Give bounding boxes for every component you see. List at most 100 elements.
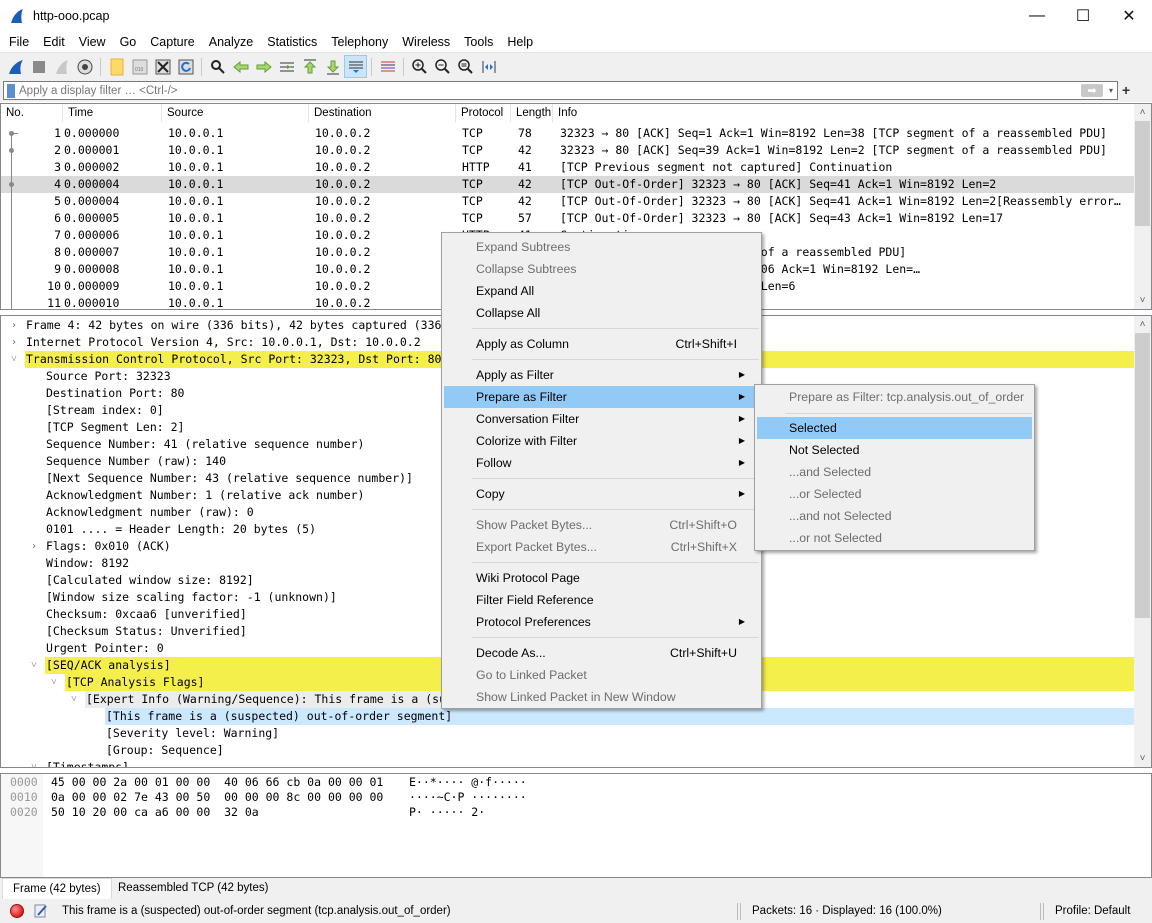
- menu-view[interactable]: View: [72, 35, 113, 49]
- menu-wireless[interactable]: Wireless: [395, 35, 457, 49]
- collapse-arrow-icon[interactable]: ˅: [28, 759, 40, 767]
- menu-analyze[interactable]: Analyze: [202, 35, 260, 49]
- submenu-item-and-not-selected[interactable]: ...and not Selected: [757, 505, 1032, 527]
- filter-history-dropdown-icon[interactable]: ▾: [1109, 86, 1113, 95]
- menu-item-expand-all[interactable]: Expand All: [444, 280, 759, 302]
- submenu-item-or-selected[interactable]: ...or Selected: [757, 483, 1032, 505]
- go-back-icon[interactable]: [229, 55, 252, 78]
- hex-bytes[interactable]: 50 10 20 00 ca a6 00 00 32 0a: [51, 805, 259, 820]
- column-header-protocol[interactable]: Protocol: [456, 104, 511, 122]
- go-to-packet-icon[interactable]: [275, 55, 298, 78]
- detail-tree-item[interactable]: [This frame is a (suspected) out-of-orde…: [1, 708, 1135, 725]
- filter-bookmark-icon[interactable]: [7, 83, 15, 98]
- zoom-normal-icon[interactable]: [454, 55, 477, 78]
- ascii-bytes[interactable]: P· ····· 2·: [409, 805, 485, 820]
- column-header-source[interactable]: Source: [162, 104, 309, 122]
- packet-row[interactable]: 6 0.000005 10.0.0.1 10.0.0.2 TCP 57 [TCP Out-O…: [1, 210, 1135, 227]
- menu-capture[interactable]: Capture: [143, 35, 201, 49]
- column-header-length[interactable]: Length: [511, 104, 553, 122]
- open-file-icon[interactable]: [105, 55, 128, 78]
- menu-item-apply-as-column[interactable]: Apply as Column Ctrl+Shift+I: [444, 333, 759, 355]
- expert-info-error-icon[interactable]: [10, 904, 24, 918]
- packet-row[interactable]: 4 0.000004 10.0.0.1 10.0.0.2 TCP 42 [TCP Out-O…: [1, 176, 1135, 193]
- packet-row[interactable]: 5 0.000004 10.0.0.1 10.0.0.2 TCP 42 [TCP Out-O…: [1, 193, 1135, 210]
- status-separator[interactable]: [1040, 903, 1044, 920]
- capture-comment-icon[interactable]: [34, 903, 48, 918]
- column-header-time[interactable]: Time: [63, 104, 162, 122]
- save-file-icon[interactable]: 010: [128, 55, 151, 78]
- column-header-no[interactable]: No.: [1, 104, 63, 122]
- menu-item-decode-as[interactable]: Decode As... Ctrl+Shift+U: [444, 642, 759, 664]
- expand-arrow-icon[interactable]: ›: [8, 334, 20, 351]
- scrollbar-thumb[interactable]: [1135, 121, 1150, 226]
- zoom-in-icon[interactable]: [408, 55, 431, 78]
- detail-tree-item[interactable]: ˅ [Timestamps]: [1, 759, 1135, 767]
- packet-row[interactable]: 3 0.000002 10.0.0.1 10.0.0.2 HTTP 41 [TCP Prev…: [1, 159, 1135, 176]
- hex-bytes[interactable]: 45 00 00 2a 00 01 00 00 40 06 66 cb 0a 0…: [51, 775, 383, 790]
- collapse-arrow-icon[interactable]: ˅: [28, 657, 40, 674]
- expand-arrow-icon[interactable]: ›: [28, 538, 40, 555]
- scroll-down-icon[interactable]: ˅: [1134, 292, 1151, 309]
- close-file-icon[interactable]: [151, 55, 174, 78]
- menu-item-apply-as-filter[interactable]: Apply as Filter ▶: [444, 364, 759, 386]
- autoscroll-icon[interactable]: [344, 55, 367, 78]
- scroll-up-icon[interactable]: ˄: [1134, 104, 1151, 121]
- column-header-info[interactable]: Info: [553, 104, 1135, 122]
- column-header-destination[interactable]: Destination: [309, 104, 456, 122]
- tab-frame-bytes[interactable]: Frame (42 bytes): [2, 878, 112, 899]
- details-scrollbar[interactable]: ˄ ˅: [1134, 316, 1151, 767]
- menu-item-follow[interactable]: Follow ▶: [444, 452, 759, 474]
- menu-item-go-to-linked-packet[interactable]: Go to Linked Packet: [444, 664, 759, 686]
- collapse-arrow-icon[interactable]: ˅: [48, 674, 60, 691]
- restart-capture-icon[interactable]: [50, 55, 73, 78]
- menu-item-protocol-preferences[interactable]: Protocol Preferences ▶: [444, 611, 759, 633]
- submenu-item-selected[interactable]: Selected: [757, 417, 1032, 439]
- go-last-icon[interactable]: [321, 55, 344, 78]
- menu-item-expand-subtrees[interactable]: Expand Subtrees: [444, 236, 759, 258]
- find-packet-icon[interactable]: [206, 55, 229, 78]
- menu-item-prepare-as-filter[interactable]: Prepare as Filter ▶: [444, 386, 759, 408]
- expand-arrow-icon[interactable]: ›: [8, 317, 20, 334]
- menu-edit[interactable]: Edit: [36, 35, 72, 49]
- scroll-up-icon[interactable]: ˄: [1134, 316, 1151, 333]
- capture-options-icon[interactable]: [73, 55, 96, 78]
- menu-file[interactable]: File: [2, 35, 36, 49]
- collapse-arrow-icon[interactable]: ˅: [8, 351, 20, 368]
- menu-item-copy[interactable]: Copy ▶: [444, 483, 759, 505]
- submenu-item-and-selected[interactable]: ...and Selected: [757, 461, 1032, 483]
- scroll-down-icon[interactable]: ˅: [1134, 750, 1151, 767]
- resize-columns-icon[interactable]: [477, 55, 500, 78]
- menu-statistics[interactable]: Statistics: [260, 35, 324, 49]
- add-filter-button[interactable]: +: [1122, 82, 1130, 98]
- close-button[interactable]: ✕: [1106, 0, 1152, 32]
- ascii-bytes[interactable]: E··*···· @·f·····: [409, 775, 527, 790]
- start-capture-icon[interactable]: [4, 55, 27, 78]
- zoom-out-icon[interactable]: [431, 55, 454, 78]
- collapse-arrow-icon[interactable]: ˅: [68, 691, 80, 708]
- menu-item-filter-field-reference[interactable]: Filter Field Reference: [444, 589, 759, 611]
- packet-list-scrollbar[interactable]: ˄ ˅: [1134, 104, 1151, 309]
- hex-bytes[interactable]: 0a 00 00 02 7e 43 00 50 00 00 00 8c 00 0…: [51, 790, 383, 805]
- packet-row[interactable]: 2 0.000001 10.0.0.1 10.0.0.2 TCP 42 32323 → 80…: [1, 142, 1135, 159]
- status-separator[interactable]: [737, 903, 741, 920]
- scrollbar-thumb[interactable]: [1135, 333, 1150, 618]
- maximize-button[interactable]: ☐: [1060, 0, 1106, 32]
- go-forward-icon[interactable]: [252, 55, 275, 78]
- menu-item-collapse-all[interactable]: Collapse All: [444, 302, 759, 324]
- stop-capture-icon[interactable]: [27, 55, 50, 78]
- detail-tree-item[interactable]: [Group: Sequence]: [1, 742, 1135, 759]
- menu-item-show-linked-packet-in-new-window[interactable]: Show Linked Packet in New Window: [444, 686, 759, 708]
- menu-item-wiki-protocol-page[interactable]: Wiki Protocol Page: [444, 567, 759, 589]
- packet-row[interactable]: 1 0.000000 10.0.0.1 10.0.0.2 TCP 78 32323 → 80…: [1, 125, 1135, 142]
- minimize-button[interactable]: —: [1014, 0, 1060, 32]
- menu-help[interactable]: Help: [500, 35, 540, 49]
- colorize-icon[interactable]: [376, 55, 399, 78]
- display-filter-input[interactable]: [19, 84, 1081, 97]
- menu-item-export-packet-bytes[interactable]: Export Packet Bytes... Ctrl+Shift+X: [444, 536, 759, 558]
- submenu-item-or-not-selected[interactable]: ...or not Selected: [757, 527, 1032, 549]
- menu-item-collapse-subtrees[interactable]: Collapse Subtrees: [444, 258, 759, 280]
- menu-item-conversation-filter[interactable]: Conversation Filter ▶: [444, 408, 759, 430]
- menu-item-colorize-with-filter[interactable]: Colorize with Filter ▶: [444, 430, 759, 452]
- detail-tree-item[interactable]: [Severity level: Warning]: [1, 725, 1135, 742]
- tab-reassembled-tcp[interactable]: Reassembled TCP (42 bytes): [108, 878, 278, 899]
